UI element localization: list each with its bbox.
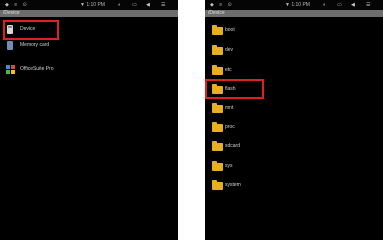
item-label: proc [225,124,235,130]
current-path: /Device [208,10,225,16]
folder-item-etc[interactable]: etc [210,63,370,79]
folder-icon [212,141,223,151]
folder-icon [212,122,223,132]
left-phone-screen: ◆ ≡ ⊙ ▼ 1:10 PM ◐ ▭ ◀ ☰ /Device Device M… [0,0,178,240]
menu-icon[interactable]: ☰ [161,2,165,8]
status-bar: ◆ ≡ ⊙ ▼ 1:10 PM ◐ ▭ ◀ ☰ [205,0,383,10]
folder-item-flash[interactable]: flash [210,82,370,98]
current-path: /Device [3,10,20,16]
folder-item-proc[interactable]: proc [210,120,370,136]
item-label: dev [225,47,234,53]
list-item-memory-card[interactable]: Memory card [5,38,165,54]
folder-item-sys[interactable]: sys [210,159,370,175]
item-label: Device [20,26,36,32]
list-item-device[interactable]: Device [5,22,165,38]
battery-icon: ▭ [337,2,342,8]
folder-icon [212,25,223,35]
item-label: OfficeSuite Pro [20,66,54,72]
notification-icons: ◆ ≡ ⊙ [210,2,234,8]
memory-card-icon [7,41,13,50]
path-bar: /Device [0,10,178,17]
volume-icon[interactable]: ◐ [118,2,121,8]
folder-icon [212,103,223,113]
notification-icons: ◆ ≡ ⊙ [5,2,29,8]
status-time: ▼ 1:10 PM [80,2,105,8]
officesuite-icon [6,65,15,74]
folder-item-system[interactable]: system [210,178,370,194]
path-bar: /Device [205,10,383,17]
item-label: sdcard [225,143,241,149]
item-label: etc [225,67,232,73]
folder-icon [212,161,223,171]
folder-icon [212,65,223,75]
back-icon[interactable]: ◀ [351,2,355,8]
item-label: mnt [225,105,234,111]
folder-item-sdcard[interactable]: sdcard [210,139,370,155]
folder-icon [212,180,223,190]
item-label: sys [225,163,233,169]
right-phone-screen: ◆ ≡ ⊙ ▼ 1:10 PM ◐ ▭ ◀ ☰ /Device boot dev… [205,0,383,240]
item-label: flash [225,86,236,92]
list-item-officesuite-pro[interactable]: OfficeSuite Pro [5,62,165,78]
sd-card-icon [7,25,13,34]
item-label: boot [225,27,235,33]
item-label: Memory card [20,42,50,48]
menu-icon[interactable]: ☰ [366,2,370,8]
folder-item-dev[interactable]: dev [210,43,370,59]
item-label: system [225,182,241,188]
back-icon[interactable]: ◀ [146,2,150,8]
folder-icon [212,84,223,94]
folder-item-boot[interactable]: boot [210,23,370,39]
battery-icon: ▭ [132,2,137,8]
volume-icon[interactable]: ◐ [323,2,326,8]
folder-icon [212,45,223,55]
folder-item-mnt[interactable]: mnt [210,101,370,117]
status-time: ▼ 1:10 PM [285,2,310,8]
status-bar: ◆ ≡ ⊙ ▼ 1:10 PM ◐ ▭ ◀ ☰ [0,0,178,10]
